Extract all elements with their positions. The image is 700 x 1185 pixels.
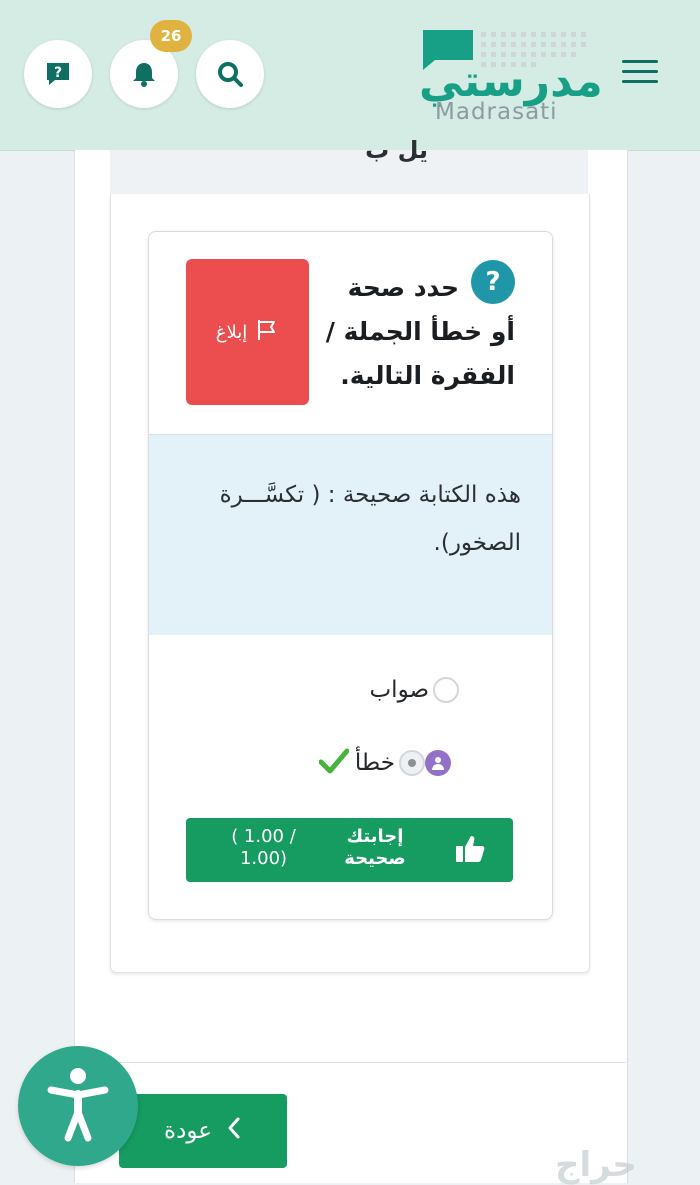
notification-badge: 26	[150, 20, 192, 52]
app-header: ? 26 مدرستي Madrasati	[0, 0, 700, 151]
question-card: ? حدد صحة أو خطأ الجملة / الفقرة التالية…	[148, 231, 553, 920]
back-label: عودة	[164, 1118, 212, 1144]
search-button[interactable]	[196, 40, 264, 108]
section-header: يل ب	[110, 136, 588, 195]
svg-text:?: ?	[54, 65, 62, 81]
question-instruction: حدد صحة أو خطأ الجملة / الفقرة التالية.	[325, 273, 515, 390]
option-true[interactable]: صواب	[370, 677, 459, 703]
help-button[interactable]: ?	[24, 40, 92, 108]
report-label: إبلاغ	[215, 321, 248, 343]
accessibility-icon	[43, 1064, 113, 1148]
back-button[interactable]: عودة	[119, 1094, 287, 1168]
flag-icon	[255, 318, 279, 347]
thumbs-up-icon	[455, 834, 487, 868]
bell-icon	[129, 59, 159, 89]
accessibility-button[interactable]	[18, 1046, 138, 1166]
footer-divider	[74, 1062, 626, 1063]
menu-icon	[622, 60, 658, 63]
section-title: يل ب	[365, 136, 428, 164]
user-icon	[425, 750, 451, 776]
option-true-label: صواب	[369, 677, 429, 703]
search-icon	[215, 59, 245, 89]
result-label: إجابتك صحيحة	[344, 826, 406, 869]
result-score: ( 1.00 / 1.00)	[231, 826, 296, 869]
option-false-label: خطأ	[354, 750, 395, 776]
report-button[interactable]: إبلاغ	[186, 259, 309, 405]
option-false[interactable]: خطأ	[318, 748, 459, 778]
question-stem: هذه الكتابة صحيحة : ( تكسَّـــرة الصخور)…	[149, 434, 552, 635]
watermark: حراج	[555, 1145, 637, 1185]
logo-latin-text: Madrasati	[435, 99, 558, 125]
answer-result-banner: إجابتك صحيحة ( 1.00 / 1.00)	[186, 818, 513, 882]
radio-false[interactable]	[399, 750, 425, 776]
checkmark-icon	[318, 748, 350, 778]
madrasati-logo[interactable]: مدرستي Madrasati	[415, 26, 603, 126]
menu-button[interactable]	[622, 60, 658, 90]
stem-text: هذه الكتابة صحيحة : ( تكسَّـــرة الصخور)…	[219, 482, 521, 556]
chevron-left-icon	[226, 1116, 242, 1146]
help-icon: ?	[43, 59, 73, 89]
radio-true[interactable]	[433, 677, 459, 703]
